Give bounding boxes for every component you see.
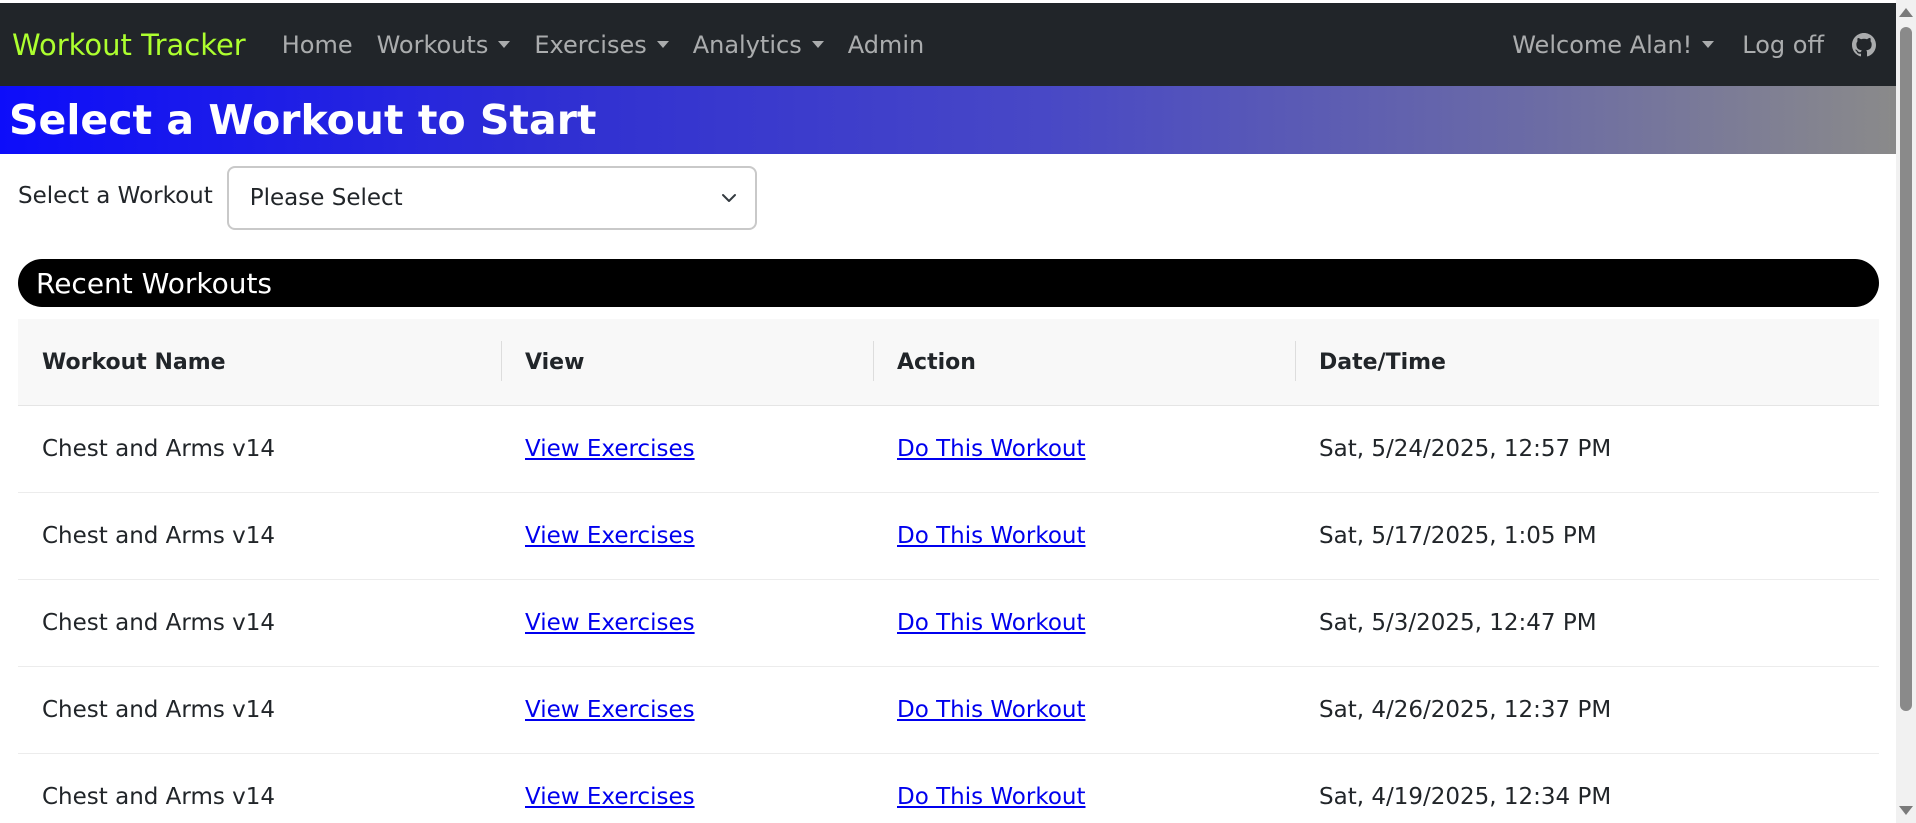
view-exercises-link[interactable]: View Exercises: [525, 784, 695, 810]
workout-name-cell: Chest and Arms v14: [42, 784, 276, 810]
column-header-workout-name: Workout Name: [42, 349, 226, 375]
nav-workouts-label: Workouts: [376, 30, 489, 59]
view-exercises-link[interactable]: View Exercises: [525, 523, 695, 549]
workout-select-value: Please Select: [249, 185, 403, 211]
nav-home-label: Home: [281, 30, 353, 59]
workout-select-label: Select a Workout: [18, 183, 213, 209]
view-cell: View Exercises: [501, 406, 873, 492]
action-cell: Do This Workout: [873, 754, 1295, 823]
view-cell: View Exercises: [501, 667, 873, 753]
action-cell: Do This Workout: [873, 667, 1295, 753]
datetime-cell: Sat, 5/17/2025, 1:05 PM: [1319, 523, 1597, 549]
chevron-down-icon: [721, 190, 737, 206]
column-header-action: Action: [873, 319, 1295, 405]
table-row: Chest and Arms v14 View Exercises Do Thi…: [18, 493, 1879, 580]
nav-home[interactable]: Home: [282, 31, 353, 59]
view-cell: View Exercises: [501, 493, 873, 579]
table-row: Chest and Arms v14 View Exercises Do Thi…: [18, 667, 1879, 754]
column-header-datetime: Date/Time: [1295, 319, 1879, 405]
nav-workouts-dropdown[interactable]: Workouts: [377, 31, 511, 59]
workout-name-cell: Chest and Arms v14: [42, 610, 276, 636]
view-cell: View Exercises: [501, 754, 873, 823]
workout-name-cell: Chest and Arms v14: [42, 436, 276, 462]
caret-down-icon: [656, 41, 669, 48]
view-exercises-link[interactable]: View Exercises: [525, 436, 695, 462]
nav-admin[interactable]: Admin: [848, 31, 925, 59]
nav-analytics-dropdown[interactable]: Analytics: [693, 31, 824, 59]
view-cell: View Exercises: [501, 580, 873, 666]
user-menu-dropdown[interactable]: Welcome Alan!: [1512, 30, 1715, 59]
scrollbar-thumb[interactable]: [1900, 27, 1912, 711]
caret-down-icon: [811, 41, 824, 48]
do-this-workout-link[interactable]: Do This Workout: [897, 523, 1086, 549]
view-exercises-link[interactable]: View Exercises: [525, 610, 695, 636]
do-this-workout-link[interactable]: Do This Workout: [897, 697, 1086, 723]
action-cell: Do This Workout: [873, 580, 1295, 666]
do-this-workout-link[interactable]: Do This Workout: [897, 436, 1086, 462]
nav-analytics-label: Analytics: [692, 30, 802, 59]
page: Workout Tracker Home Workouts Exercises …: [0, 0, 1916, 823]
brand-link[interactable]: Workout Tracker: [12, 28, 246, 62]
datetime-cell: Sat, 4/19/2025, 12:34 PM: [1319, 784, 1612, 810]
column-header-view: View: [501, 319, 873, 405]
workout-select[interactable]: Please Select: [226, 166, 757, 230]
recent-workouts-title: Recent Workouts: [36, 266, 273, 300]
table-row: Chest and Arms v14 View Exercises Do Thi…: [18, 580, 1879, 667]
navbar-right: Welcome Alan! Log off: [1512, 31, 1884, 59]
page-banner: Select a Workout to Start: [0, 86, 1896, 154]
datetime-cell: Sat, 5/24/2025, 12:57 PM: [1319, 436, 1612, 462]
do-this-workout-link[interactable]: Do This Workout: [897, 784, 1086, 810]
vertical-scrollbar[interactable]: [1896, 0, 1916, 823]
recent-workouts-header: Recent Workouts: [18, 259, 1879, 307]
table-row: Chest and Arms v14 View Exercises Do Thi…: [18, 754, 1879, 823]
nav-admin-label: Admin: [847, 30, 925, 59]
caret-down-icon: [1702, 41, 1715, 48]
table-row: Chest and Arms v14 View Exercises Do Thi…: [18, 406, 1879, 493]
action-cell: Do This Workout: [873, 406, 1295, 492]
do-this-workout-link[interactable]: Do This Workout: [897, 610, 1086, 636]
scroll-down-icon[interactable]: [1899, 806, 1913, 815]
action-cell: Do This Workout: [873, 493, 1295, 579]
page-title: Select a Workout to Start: [9, 96, 597, 144]
nav-exercises-label: Exercises: [534, 30, 647, 59]
page-content: Workout Tracker Home Workouts Exercises …: [0, 0, 1896, 823]
nav-exercises-dropdown[interactable]: Exercises: [534, 30, 669, 59]
recent-workouts-table: Workout Name View Action Date/Time Chest…: [18, 319, 1879, 823]
workout-name-cell: Chest and Arms v14: [42, 523, 276, 549]
view-exercises-link[interactable]: View Exercises: [525, 697, 695, 723]
table-header: Workout Name View Action Date/Time: [18, 319, 1879, 406]
logoff-label: Log off: [1742, 30, 1824, 59]
workout-select-row: Select a Workout Please Select: [18, 166, 757, 230]
datetime-cell: Sat, 4/26/2025, 12:37 PM: [1319, 697, 1612, 723]
datetime-cell: Sat, 5/3/2025, 12:47 PM: [1319, 610, 1597, 636]
welcome-label: Welcome Alan!: [1512, 30, 1693, 59]
scroll-up-icon[interactable]: [1899, 8, 1913, 17]
top-navbar: Workout Tracker Home Workouts Exercises …: [0, 3, 1896, 86]
caret-down-icon: [498, 41, 511, 48]
github-icon[interactable]: [1852, 32, 1876, 57]
logoff-link[interactable]: Log off: [1742, 31, 1824, 59]
workout-name-cell: Chest and Arms v14: [42, 697, 276, 723]
